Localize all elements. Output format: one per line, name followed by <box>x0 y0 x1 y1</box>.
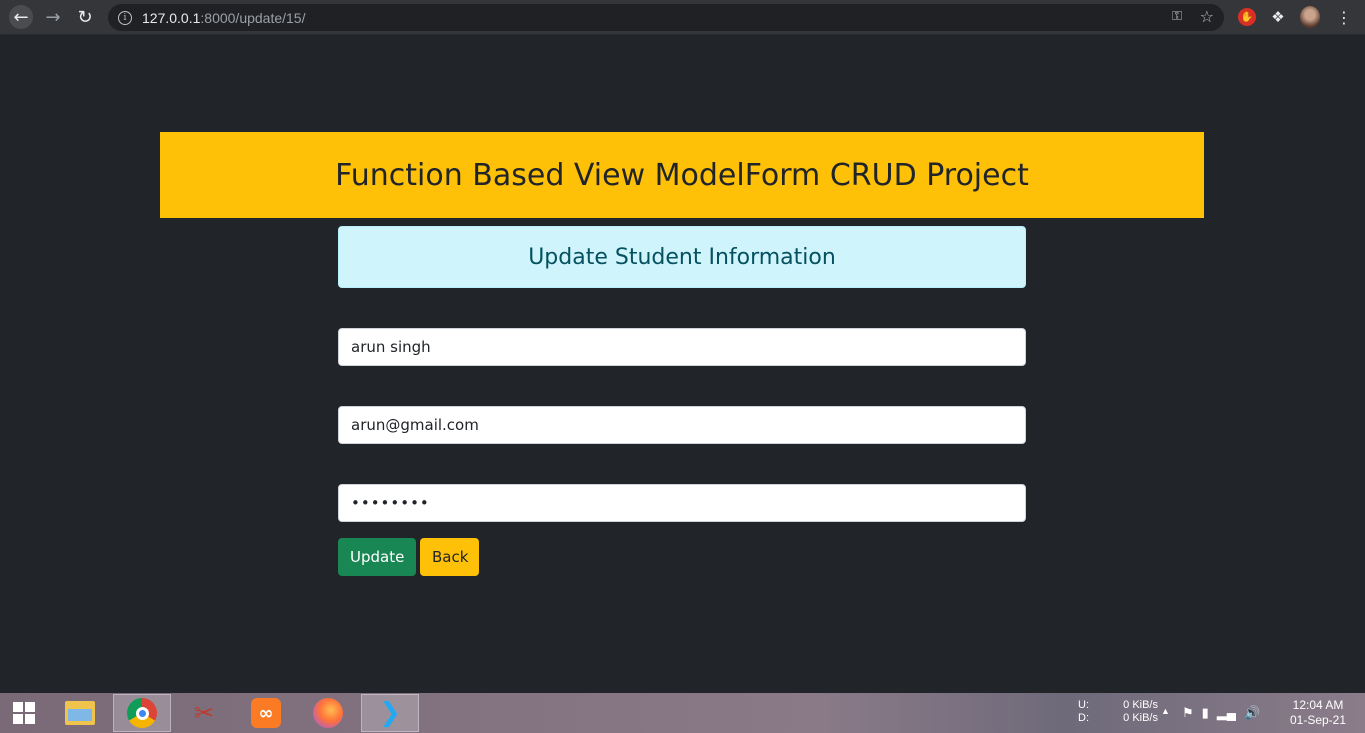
site-info-icon[interactable]: i <box>118 10 132 25</box>
extension-adblock-button[interactable]: ✋ <box>1237 7 1257 27</box>
windows-logo-icon <box>13 702 35 724</box>
taskbar-snipping-tool[interactable]: ✂ <box>175 694 233 732</box>
system-clock[interactable]: 12:04 AM 01-Sep-21 <box>1286 698 1350 733</box>
taskbar-file-explorer[interactable] <box>51 694 109 732</box>
chrome-icon <box>127 698 157 728</box>
extensions-puzzle-icon[interactable]: ❖ <box>1268 7 1288 27</box>
form-heading-panel: Update Student Information <box>338 226 1026 288</box>
profile-avatar[interactable] <box>1300 6 1320 28</box>
name-field[interactable] <box>338 328 1026 366</box>
avatar-icon <box>1300 6 1320 28</box>
arrow-left-icon: ← <box>9 5 33 29</box>
speaker-icon[interactable]: 🔊 <box>1244 705 1260 733</box>
header-banner: Function Based View ModelForm CRUD Proje… <box>160 132 1204 218</box>
taskbar: ✂ ∞ ❯ U: 0 KiB/s D: 0 KiB/s ▲ ⚑ ▮ ▂▄ 🔊 12:… <box>0 693 1365 733</box>
wifi-signal-icon[interactable]: ▂▄ <box>1217 705 1236 733</box>
taskbar-firefox[interactable] <box>299 694 357 732</box>
clock-date: 01-Sep-21 <box>1289 713 1347 727</box>
reload-button[interactable]: ↻ <box>72 5 98 29</box>
address-bar[interactable]: i 127.0.0.1:8000/update/15/ ⚿ ☆ <box>108 4 1224 31</box>
download-speed: 0 KiB/s <box>1123 712 1158 724</box>
download-label: D: <box>1078 712 1089 724</box>
clock-time: 12:04 AM <box>1292 698 1344 712</box>
taskbar-chrome[interactable] <box>113 694 171 732</box>
upload-label: U: <box>1078 699 1089 711</box>
start-button[interactable] <box>0 693 48 733</box>
password-field[interactable] <box>338 484 1026 522</box>
system-tray: ⚑ ▮ ▂▄ 🔊 <box>1182 705 1260 733</box>
scissors-icon: ✂ <box>193 699 215 727</box>
folder-icon <box>65 701 95 725</box>
hand-stop-icon: ✋ <box>1238 8 1256 26</box>
show-hidden-icons-chevron-icon[interactable]: ▲ <box>1161 706 1170 733</box>
browser-toolbar: ← → ↻ i 127.0.0.1:8000/update/15/ ⚿ ☆ ✋ … <box>0 0 1365 35</box>
address-url[interactable]: 127.0.0.1:8000/update/15/ <box>142 10 306 26</box>
xampp-icon: ∞ <box>251 698 281 728</box>
upload-speed: 0 KiB/s <box>1123 699 1158 711</box>
update-button[interactable]: Update <box>338 538 416 576</box>
url-path: :8000/update/15/ <box>200 9 306 26</box>
key-icon[interactable]: ⚿ <box>1172 9 1182 24</box>
battery-icon[interactable]: ▮ <box>1202 705 1209 733</box>
reload-icon: ↻ <box>77 6 93 28</box>
vscode-icon: ❯ <box>379 698 401 728</box>
forward-button[interactable]: → <box>40 5 66 29</box>
taskbar-vscode[interactable]: ❯ <box>361 694 419 732</box>
arrow-right-icon: → <box>45 6 61 28</box>
bookmark-star-icon[interactable]: ☆ <box>1200 7 1214 26</box>
email-field[interactable] <box>338 406 1026 444</box>
back-link-button[interactable]: Back <box>420 538 479 576</box>
back-button[interactable]: ← <box>8 5 34 29</box>
network-speed-meter: U: 0 KiB/s D: 0 KiB/s <box>1078 699 1158 727</box>
page-title: Function Based View ModelForm CRUD Proje… <box>335 157 1029 193</box>
browser-menu-icon[interactable]: ⋮ <box>1334 7 1354 27</box>
action-center-flag-icon[interactable]: ⚑ <box>1182 705 1194 733</box>
url-host: 127.0.0.1 <box>142 9 201 26</box>
form-heading: Update Student Information <box>528 244 836 270</box>
taskbar-xampp[interactable]: ∞ <box>237 694 295 732</box>
firefox-icon <box>313 698 343 728</box>
